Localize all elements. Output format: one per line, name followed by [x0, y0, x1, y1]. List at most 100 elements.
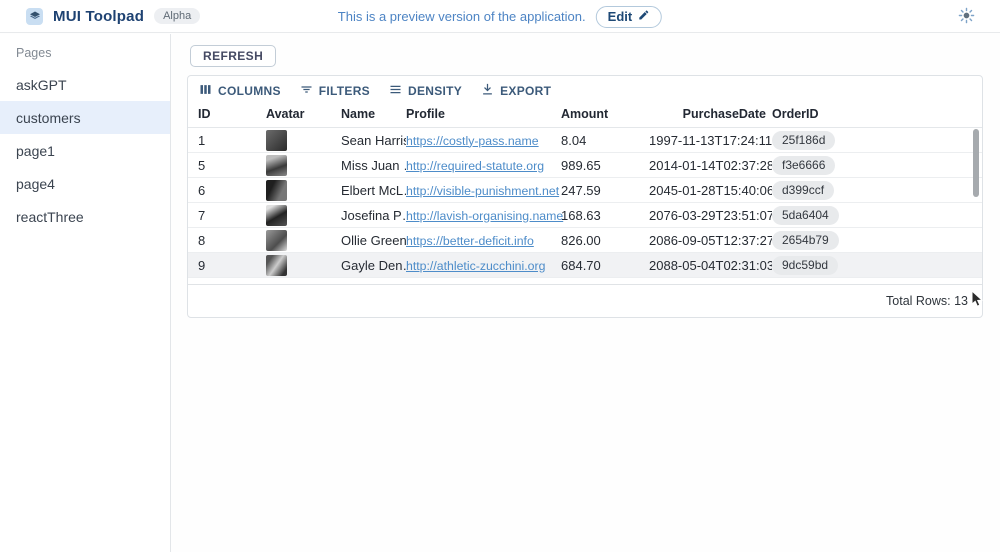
profile-link[interactable]: http://athletic-zucchini.org [406, 259, 545, 273]
table-row[interactable]: 8 Ollie Green…https://better-deficit.info… [188, 228, 982, 253]
table-row[interactable]: 5Miss Juan …http://required-statute.org9… [188, 153, 982, 178]
app-window: MUI Toolpad Alpha This is a preview vers… [0, 0, 1000, 552]
sidebar-section-label: Pages [0, 34, 170, 68]
cell-order-id: 5da6404 [772, 206, 912, 225]
profile-link[interactable]: http://visible-punishment.net [406, 184, 559, 198]
cell-amount: 168.63 [561, 208, 649, 223]
avatar-image [266, 255, 287, 276]
table-row[interactable]: 7 Josefina P…http://lavish-organising.nam… [188, 203, 982, 228]
density-button[interactable]: DENSITY [388, 82, 462, 100]
cell-profile: http://athletic-zucchini.org [406, 258, 561, 273]
cell-purchase-date: 2088-05-04T02:31:03.294Z [649, 258, 772, 273]
cell-purchase-date: 2014-01-14T02:37:28.536Z [649, 158, 772, 173]
export-button[interactable]: EXPORT [480, 82, 551, 100]
data-grid-header-row: IDAvatarNameProfileAmountPurchaseDateOrd… [188, 101, 982, 128]
sidebar-item-page1[interactable]: page1 [0, 134, 170, 167]
profile-link[interactable]: http://lavish-organising.name [406, 209, 563, 223]
column-header-profile[interactable]: Profile [406, 107, 561, 121]
toolbar-button-label: EXPORT [500, 84, 551, 98]
column-header-order[interactable]: OrderID [772, 107, 912, 121]
preview-message: This is a preview version of the applica… [338, 9, 586, 24]
cell-purchase-date: 2086-09-05T12:37:27.015Z [649, 233, 772, 248]
table-row[interactable]: 1 Sean Harrishttps://costly-pass.name 8.04… [188, 128, 982, 153]
sidebar-item-askGPT[interactable]: askGPT [0, 68, 170, 101]
profile-link[interactable]: https://better-deficit.info [406, 234, 534, 248]
column-header-avatar[interactable]: Avatar [266, 107, 341, 121]
avatar-image [266, 155, 287, 176]
order-id-chip: d399ccf [772, 181, 834, 200]
sun-icon [958, 7, 975, 27]
cell-id: 8 [198, 233, 266, 248]
data-grid: COLUMNS FILTERS DENSITY EXPORT IDAvatarName… [187, 75, 983, 318]
cell-order-id: d399ccf [772, 181, 912, 200]
edit-button[interactable]: Edit [596, 6, 663, 28]
toolbar-button-label: FILTERS [319, 84, 370, 98]
column-header-date[interactable]: PurchaseDate [649, 107, 772, 121]
sidebar-item-page4[interactable]: page4 [0, 167, 170, 200]
cell-name: Miss Juan … [341, 158, 406, 173]
cell-id: 7 [198, 208, 266, 223]
avatar-image [266, 205, 287, 226]
sidebar-item-customers[interactable]: customers [0, 101, 170, 134]
columns-button[interactable]: COLUMNS [198, 82, 281, 100]
cell-profile: http://lavish-organising.name [406, 208, 561, 223]
table-row[interactable]: 9 Gayle Den…http://athletic-zucchini.org 6… [188, 253, 982, 278]
filters-button[interactable]: FILTERS [299, 82, 370, 100]
filters-icon [299, 82, 314, 100]
cell-profile: https://costly-pass.name [406, 133, 561, 148]
toolbar-button-label: DENSITY [408, 84, 462, 98]
table-row[interactable]: 6 Elbert McL…http://visible-punishment.ne… [188, 178, 982, 203]
cell-order-id: f3e6666 [772, 156, 912, 175]
cell-amount: 247.59 [561, 183, 649, 198]
column-header-name[interactable]: Name [341, 107, 406, 121]
top-app-bar: MUI Toolpad Alpha This is a preview vers… [0, 0, 1000, 33]
cell-name: Elbert McL… [341, 183, 406, 198]
main-content: REFRESH COLUMNS FILTERS DENSITY EXPORT IDAv… [172, 34, 1000, 552]
cell-purchase-date: 2076-03-29T23:51:07.968Z [649, 208, 772, 223]
preview-banner: This is a preview version of the applica… [338, 0, 662, 33]
data-grid-rows: 1 Sean Harrishttps://costly-pass.name 8.04… [188, 128, 982, 278]
cell-profile: http://visible-punishment.net [406, 183, 561, 198]
order-id-chip: 2654b79 [772, 231, 839, 250]
cell-name: Josefina P… [341, 208, 406, 223]
columns-icon [198, 82, 213, 100]
column-header-id[interactable]: ID [198, 107, 266, 121]
cell-amount: 8.04 [561, 133, 649, 148]
vertical-scrollbar-thumb[interactable] [973, 129, 979, 197]
cell-profile: http://required-statute.org [406, 158, 561, 173]
avatar-image [266, 180, 287, 201]
cell-name: Gayle Den… [341, 258, 406, 273]
avatar-image [266, 230, 287, 251]
cell-id: 9 [198, 258, 266, 273]
cell-amount: 684.70 [561, 258, 649, 273]
cell-order-id: 2654b79 [772, 231, 912, 250]
cell-amount: 989.65 [561, 158, 649, 173]
refresh-button[interactable]: REFRESH [190, 45, 276, 67]
cell-order-id: 9dc59bd [772, 256, 912, 275]
cell-purchase-date: 2045-01-28T15:40:06.325Z [649, 183, 772, 198]
density-icon [388, 82, 403, 100]
sidebar-item-reactThree[interactable]: reactThree [0, 200, 170, 233]
column-header-amount[interactable]: Amount [561, 107, 649, 121]
app-title: MUI Toolpad [53, 8, 144, 25]
order-id-chip: 5da6404 [772, 206, 839, 225]
cell-name: Sean Harris [341, 133, 406, 148]
cell-avatar [266, 230, 341, 251]
cell-id: 1 [198, 133, 266, 148]
cell-order-id: 25f186d [772, 131, 912, 150]
cell-name: Ollie Green… [341, 233, 406, 248]
cell-avatar [266, 155, 341, 176]
export-icon [480, 82, 495, 100]
profile-link[interactable]: http://required-statute.org [406, 159, 544, 173]
order-id-chip: 9dc59bd [772, 256, 838, 275]
cell-id: 6 [198, 183, 266, 198]
toolbar-button-label: COLUMNS [218, 84, 281, 98]
cell-amount: 826.00 [561, 233, 649, 248]
profile-link[interactable]: https://costly-pass.name [406, 134, 539, 148]
sidebar: Pages askGPTcustomerspage1page4reactThre… [0, 34, 171, 552]
theme-toggle-button[interactable] [956, 7, 976, 27]
cell-profile: https://better-deficit.info [406, 233, 561, 248]
cell-avatar [266, 180, 341, 201]
cell-purchase-date: 1997-11-13T17:24:11.769Z [649, 133, 772, 148]
data-grid-footer: Total Rows: 13 [188, 284, 982, 317]
